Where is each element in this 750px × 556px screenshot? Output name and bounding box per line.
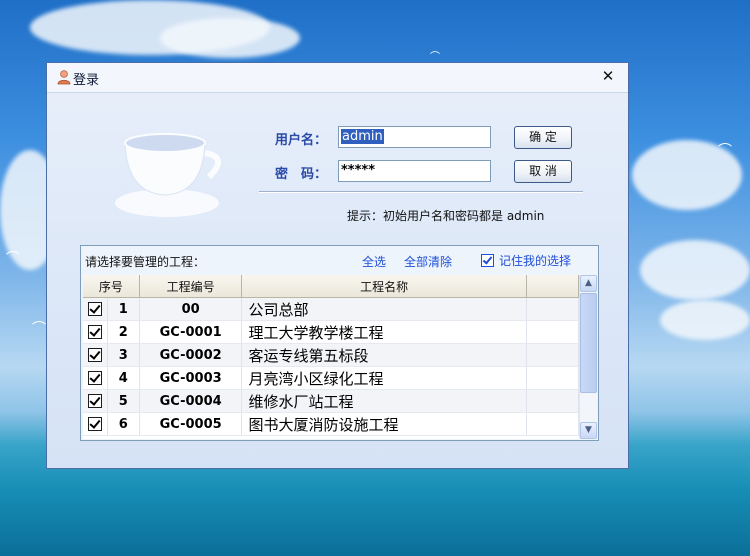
project-code: GC-0005 [139,412,243,436]
vertical-scrollbar[interactable]: ▲ ▼ [579,275,597,439]
cancel-button[interactable]: 取 消 [514,160,572,183]
column-header-name[interactable]: 工程名称 [241,275,527,298]
dialog-body: 用户名： admin 确 定 密 码： ***** 取 消 提示：初始用户名和密… [47,93,628,468]
table-row[interactable]: 2 GC-0001 理工大学教学楼工程 [83,320,579,344]
row-checkbox[interactable] [87,325,102,339]
project-name: 客运专线第五标段 [241,343,527,367]
row-number: 3 [107,343,140,367]
row-checkbox[interactable] [87,394,102,408]
project-name: 公司总部 [241,297,527,321]
project-name: 月亮湾小区绿化工程 [241,366,527,390]
coffee-cup-icon [115,133,221,217]
project-code: GC-0003 [139,366,243,390]
project-name: 图书大厦消防设施工程 [241,412,527,436]
cloud [660,300,750,340]
group-header: 请选择要管理的工程： 全选 全部清除 记住我的选择 [81,246,598,274]
column-header-number[interactable]: 序号 [83,275,140,298]
table-row[interactable]: 6 GC-0005 图书大厦消防设施工程 [83,412,579,436]
project-code: 00 [139,297,243,321]
remember-label: 记住我的选择 [499,254,572,268]
table-header: 序号 工程编号 工程名称 [83,275,579,298]
column-header-extra [526,275,579,298]
close-icon[interactable]: ✕ [600,68,616,84]
project-name: 维修水厂站工程 [241,389,527,413]
scrollbar-thumb[interactable] [580,293,597,393]
row-checkbox[interactable] [87,417,102,431]
table-row[interactable]: 5 GC-0004 维修水厂站工程 [83,389,579,413]
cloud [160,18,300,58]
separator [259,191,583,193]
project-selection-group: 请选择要管理的工程： 全选 全部清除 记住我的选择 序号 工程编号 工程名称 1… [80,245,599,441]
row-checkbox[interactable] [87,371,102,385]
username-input[interactable]: admin [338,126,491,148]
password-label: 密 码： [275,167,328,182]
scroll-down-icon[interactable]: ▼ [580,422,597,439]
row-checkbox[interactable] [87,302,102,316]
project-name: 理工大学教学楼工程 [241,320,527,344]
login-hint: 提示：初始用户名和密码都是 admin [347,209,545,223]
project-code: GC-0002 [139,343,243,367]
table-row[interactable]: 3 GC-0002 客运专线第五标段 [83,343,579,367]
table-row[interactable]: 4 GC-0003 月亮湾小区绿化工程 [83,366,579,390]
row-number: 6 [107,412,140,436]
seagull-icon: ⌒ [718,143,732,159]
row-number: 5 [107,389,140,413]
cloud [640,240,750,300]
ok-button[interactable]: 确 定 [514,126,572,149]
table-row[interactable]: 1 00 公司总部 [83,297,579,321]
scroll-up-icon[interactable]: ▲ [580,275,597,292]
column-header-code[interactable]: 工程编号 [139,275,243,298]
row-number: 2 [107,320,140,344]
password-input[interactable]: ***** [338,160,491,182]
project-code: GC-0001 [139,320,243,344]
login-dialog: 登录 ✕ 用户名： admin 确 定 密 码： ***** 取 消 提示：初始… [46,62,629,469]
project-code: GC-0004 [139,389,243,413]
seagull-icon: ⌒ [6,251,20,267]
seagull-icon: ⌒ [32,321,46,337]
seagull-icon: ⌒ [430,52,440,63]
remember-choice-checkbox[interactable]: 记住我的选择 [481,252,571,269]
row-number: 1 [107,297,140,321]
title-bar[interactable]: 登录 ✕ [47,63,628,93]
clear-all-link[interactable]: 全部清除 [404,253,452,270]
user-icon [57,70,71,85]
row-number: 4 [107,366,140,390]
checkbox-checked-icon [481,254,494,267]
select-all-link[interactable]: 全选 [362,253,386,270]
username-label: 用户名： [275,133,328,148]
group-title: 请选择要管理的工程： [85,255,206,269]
username-value: admin [341,129,384,144]
project-table: 序号 工程编号 工程名称 1 00 公司总部 2 GC-0001 理工大学教学楼… [83,275,579,439]
window-title: 登录 [73,73,100,88]
row-checkbox[interactable] [87,348,102,362]
